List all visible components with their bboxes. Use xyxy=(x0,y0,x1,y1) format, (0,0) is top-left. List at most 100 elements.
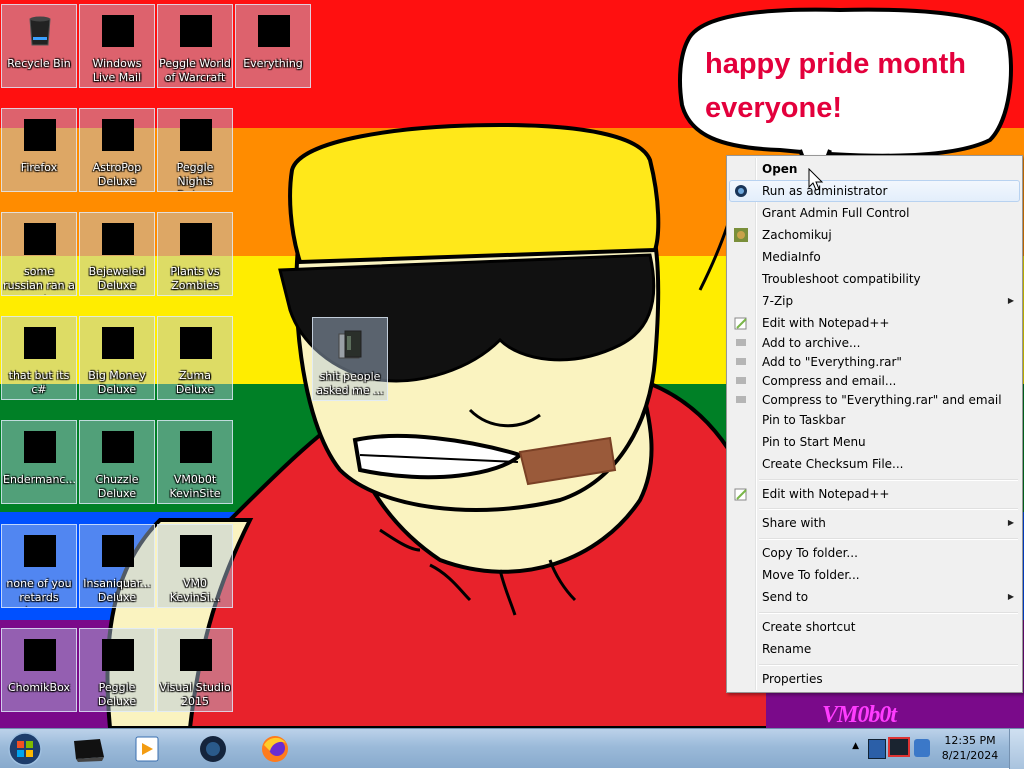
system-tray xyxy=(866,735,932,763)
archive-icon xyxy=(736,396,746,403)
desktop-icon-everything[interactable]: Everything xyxy=(235,4,311,88)
menu-item-edit-notepadpp[interactable]: Edit with Notepad++ xyxy=(729,312,1020,334)
desktop-icon-vm0b0t-kevinsite[interactable]: VM0b0t KevinSite xyxy=(157,420,233,504)
menu-item-rename[interactable]: Rename xyxy=(729,638,1020,660)
menu-item-label: Move To folder... xyxy=(762,568,860,582)
menu-item-create-shortcut[interactable]: Create shortcut xyxy=(729,616,1020,638)
show-desktop-button[interactable] xyxy=(1009,729,1024,769)
context-menu: Open Run as administrator Grant Admin Fu… xyxy=(726,155,1023,693)
menu-item-copy-to-folder[interactable]: Copy To folder... xyxy=(729,542,1020,564)
desktop-icon-insaniquarium[interactable]: Insaniquar... Deluxe xyxy=(79,524,155,608)
menu-item-label: Pin to Taskbar xyxy=(762,413,846,427)
menu-item-zachomikuj[interactable]: Zachomikuj xyxy=(729,224,1020,246)
menu-item-checksum[interactable]: Create Checksum File... xyxy=(729,453,1020,475)
menu-item-7zip[interactable]: 7-Zip ▶ xyxy=(729,290,1020,312)
desktop-icon-chomikbox[interactable]: ChomikBox xyxy=(1,628,77,712)
desktop-icon-visual-studio-2015[interactable]: Visual Studio 2015 xyxy=(157,628,233,712)
tray-icon-display[interactable] xyxy=(888,737,910,757)
menu-item-mediainfo[interactable]: MediaInfo xyxy=(729,246,1020,268)
desktop-icon-peggle-wow[interactable]: Peggle World of Warcraft ... xyxy=(157,4,233,88)
desktop-icon-big-money[interactable]: Big Money Deluxe xyxy=(79,316,155,400)
menu-item-label: Zachomikuj xyxy=(762,228,832,242)
media-player-icon xyxy=(135,736,159,762)
menu-item-grant-admin[interactable]: Grant Admin Full Control xyxy=(729,202,1020,224)
game-icon xyxy=(180,15,212,47)
menu-item-pin-taskbar[interactable]: Pin to Taskbar xyxy=(729,409,1020,431)
menu-item-label: Create Checksum File... xyxy=(762,457,904,471)
desktop-icon-label: Peggle Nights Deluxe xyxy=(176,161,214,191)
game-icon xyxy=(180,223,212,255)
shortcut-icon xyxy=(180,431,212,463)
desktop-icon-label: Bejeweled Deluxe xyxy=(88,265,146,292)
wallpaper-watermark: VM0b0t xyxy=(822,702,897,728)
start-button[interactable] xyxy=(4,730,46,768)
menu-separator xyxy=(759,612,1018,614)
bubble-line-2: everyone! xyxy=(705,92,843,124)
taskbar-firefox[interactable] xyxy=(246,731,304,767)
desktop-icon-label: VM0b0t KevinSite xyxy=(169,473,221,500)
archive-icon xyxy=(736,358,746,365)
desktop-icon-label: Big Money Deluxe xyxy=(88,369,146,396)
menu-item-compress-rar-email[interactable]: Compress to "Everything.rar" and email xyxy=(729,389,1020,411)
mail-icon xyxy=(102,15,134,47)
game-icon xyxy=(102,639,134,671)
desktop-icon-endermanc[interactable]: Endermanc... xyxy=(1,420,77,504)
desktop-icon-that-but-its-csharp[interactable]: that but its c# xyxy=(1,316,77,400)
archive-icon xyxy=(736,377,746,384)
menu-item-label: MediaInfo xyxy=(762,250,821,264)
desktop-icon-label: Peggle World of Warcraft ... xyxy=(159,57,231,87)
desktop-icon-label: Endermanc... xyxy=(3,473,75,486)
desktop-icon-firefox[interactable]: Firefox xyxy=(1,108,77,192)
desktop-icon-chuzzle[interactable]: Chuzzle Deluxe xyxy=(79,420,155,504)
app-icon xyxy=(200,736,226,762)
desktop-icon-label: Chuzzle Deluxe xyxy=(95,473,139,500)
shortcut-icon xyxy=(180,535,212,567)
menu-item-troubleshoot[interactable]: Troubleshoot compatibility xyxy=(729,268,1020,290)
game-icon xyxy=(102,431,134,463)
menu-item-label: Open xyxy=(762,162,798,176)
desktop-icon-peggle-nights[interactable]: Peggle Nights Deluxe xyxy=(157,108,233,192)
desktop-icon-windows-live-mail[interactable]: Windows Live Mail xyxy=(79,4,155,88)
menu-item-label: Run as administrator xyxy=(762,184,888,198)
game-icon xyxy=(102,535,134,567)
desktop-icon-recycle-bin[interactable]: Recycle Bin xyxy=(1,4,77,88)
tray-icon-network[interactable] xyxy=(868,739,886,759)
desktop-icon-label: Insaniquar... Deluxe xyxy=(83,577,151,604)
firefox-icon xyxy=(262,736,288,762)
desktop-icon-plants-vs-zombies[interactable]: Plants vs Zombies xyxy=(157,212,233,296)
taskbar-explorer[interactable] xyxy=(60,731,118,767)
desktop-icon-label: Recycle Bin xyxy=(7,57,71,70)
mouse-cursor-icon xyxy=(808,168,824,191)
desktop-icon-none-of-you[interactable]: none of you retards kno... xyxy=(1,524,77,608)
game-icon xyxy=(180,119,212,151)
tray-overflow-arrow[interactable]: ▲ xyxy=(852,741,859,751)
recycle-bin-icon xyxy=(29,16,51,46)
desktop-icon-bejeweled[interactable]: Bejeweled Deluxe xyxy=(79,212,155,296)
menu-item-edit-notepadpp-2[interactable]: Edit with Notepad++ xyxy=(729,483,1020,505)
desktop-icon-folder-shit-people-asked[interactable]: shit people asked me ... xyxy=(312,317,388,401)
menu-item-properties[interactable]: Properties xyxy=(729,668,1020,690)
submenu-arrow-icon: ▶ xyxy=(1007,592,1014,601)
menu-item-open[interactable]: Open xyxy=(729,158,1020,180)
chomik-icon xyxy=(734,228,748,242)
desktop-icon-astropop[interactable]: AstroPop Deluxe xyxy=(79,108,155,192)
bubble-text: happy pride month everyone! xyxy=(705,42,995,130)
submenu-arrow-icon: ▶ xyxy=(1007,518,1014,527)
menu-item-send-to[interactable]: Send to ▶ xyxy=(729,586,1020,608)
tray-icon-volume[interactable] xyxy=(914,739,930,757)
menu-item-run-as-admin[interactable]: Run as administrator xyxy=(729,180,1020,202)
desktop-icon-russian-rat[interactable]: some russian ran a rat xyxy=(1,212,77,296)
gem-icon xyxy=(102,223,134,255)
taskbar-app[interactable] xyxy=(184,731,242,767)
menu-item-pin-start[interactable]: Pin to Start Menu xyxy=(729,431,1020,453)
taskbar-media-player[interactable] xyxy=(118,731,176,767)
desktop-icon-vm0-kevinsite[interactable]: VM0 KevinSi... xyxy=(157,524,233,608)
desktop-icon-zuma[interactable]: Zuma Deluxe xyxy=(157,316,233,400)
app-icon xyxy=(24,327,56,359)
menu-item-share-with[interactable]: Share with ▶ xyxy=(729,512,1020,534)
tray-clock[interactable]: 12:35 PM 8/21/2024 xyxy=(940,733,1000,763)
desktop-icon-label: some russian ran a rat xyxy=(3,265,75,295)
menu-item-move-to-folder[interactable]: Move To folder... xyxy=(729,564,1020,586)
desktop-icon-label: Windows Live Mail xyxy=(92,57,142,84)
desktop-icon-peggle-deluxe[interactable]: Peggle Deluxe xyxy=(79,628,155,712)
